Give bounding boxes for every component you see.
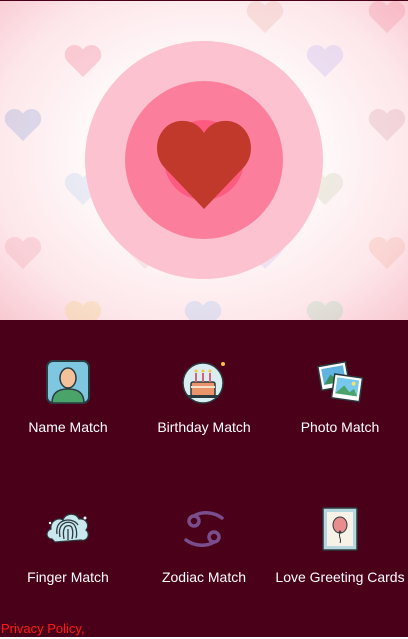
background-heart-icon: [368, 236, 406, 270]
footer-bar: Privacy Policy,: [0, 619, 408, 639]
background-heart-icon: [64, 44, 102, 78]
background-heart-icon: [368, 0, 406, 34]
privacy-policy-link[interactable]: Privacy Policy,: [1, 621, 85, 636]
status-divider: [0, 0, 408, 1]
background-heart-icon: [64, 300, 102, 320]
background-heart-icon: [4, 108, 42, 142]
cancer-zodiac-icon: [184, 511, 224, 547]
love-greeting-cards-button[interactable]: Love Greeting Cards: [272, 320, 408, 585]
background-heart-icon: [184, 300, 222, 320]
feature-menu: Name Match Birthday Match Photo Match Fi…: [0, 320, 408, 619]
greeting-card-icon: [322, 507, 358, 551]
fingerprint-icon: [46, 513, 89, 543]
background-heart-icon: [246, 0, 284, 34]
background-heart-icon: [4, 236, 42, 270]
background-heart-icon: [306, 44, 344, 78]
love-greeting-cards-label: Love Greeting Cards: [275, 569, 405, 585]
hero-banner: [0, 0, 408, 320]
app-screen: Name Match Birthday Match Photo Match Fi…: [0, 0, 408, 639]
background-heart-icon: [368, 108, 406, 142]
zodiac-match-button[interactable]: Zodiac Match: [136, 320, 272, 585]
background-heart-icon: [306, 300, 344, 320]
zodiac-match-label: Zodiac Match: [161, 569, 247, 585]
finger-match-button[interactable]: Finger Match: [0, 320, 136, 585]
heart-icon: [157, 120, 251, 209]
finger-match-label: Finger Match: [27, 569, 109, 585]
